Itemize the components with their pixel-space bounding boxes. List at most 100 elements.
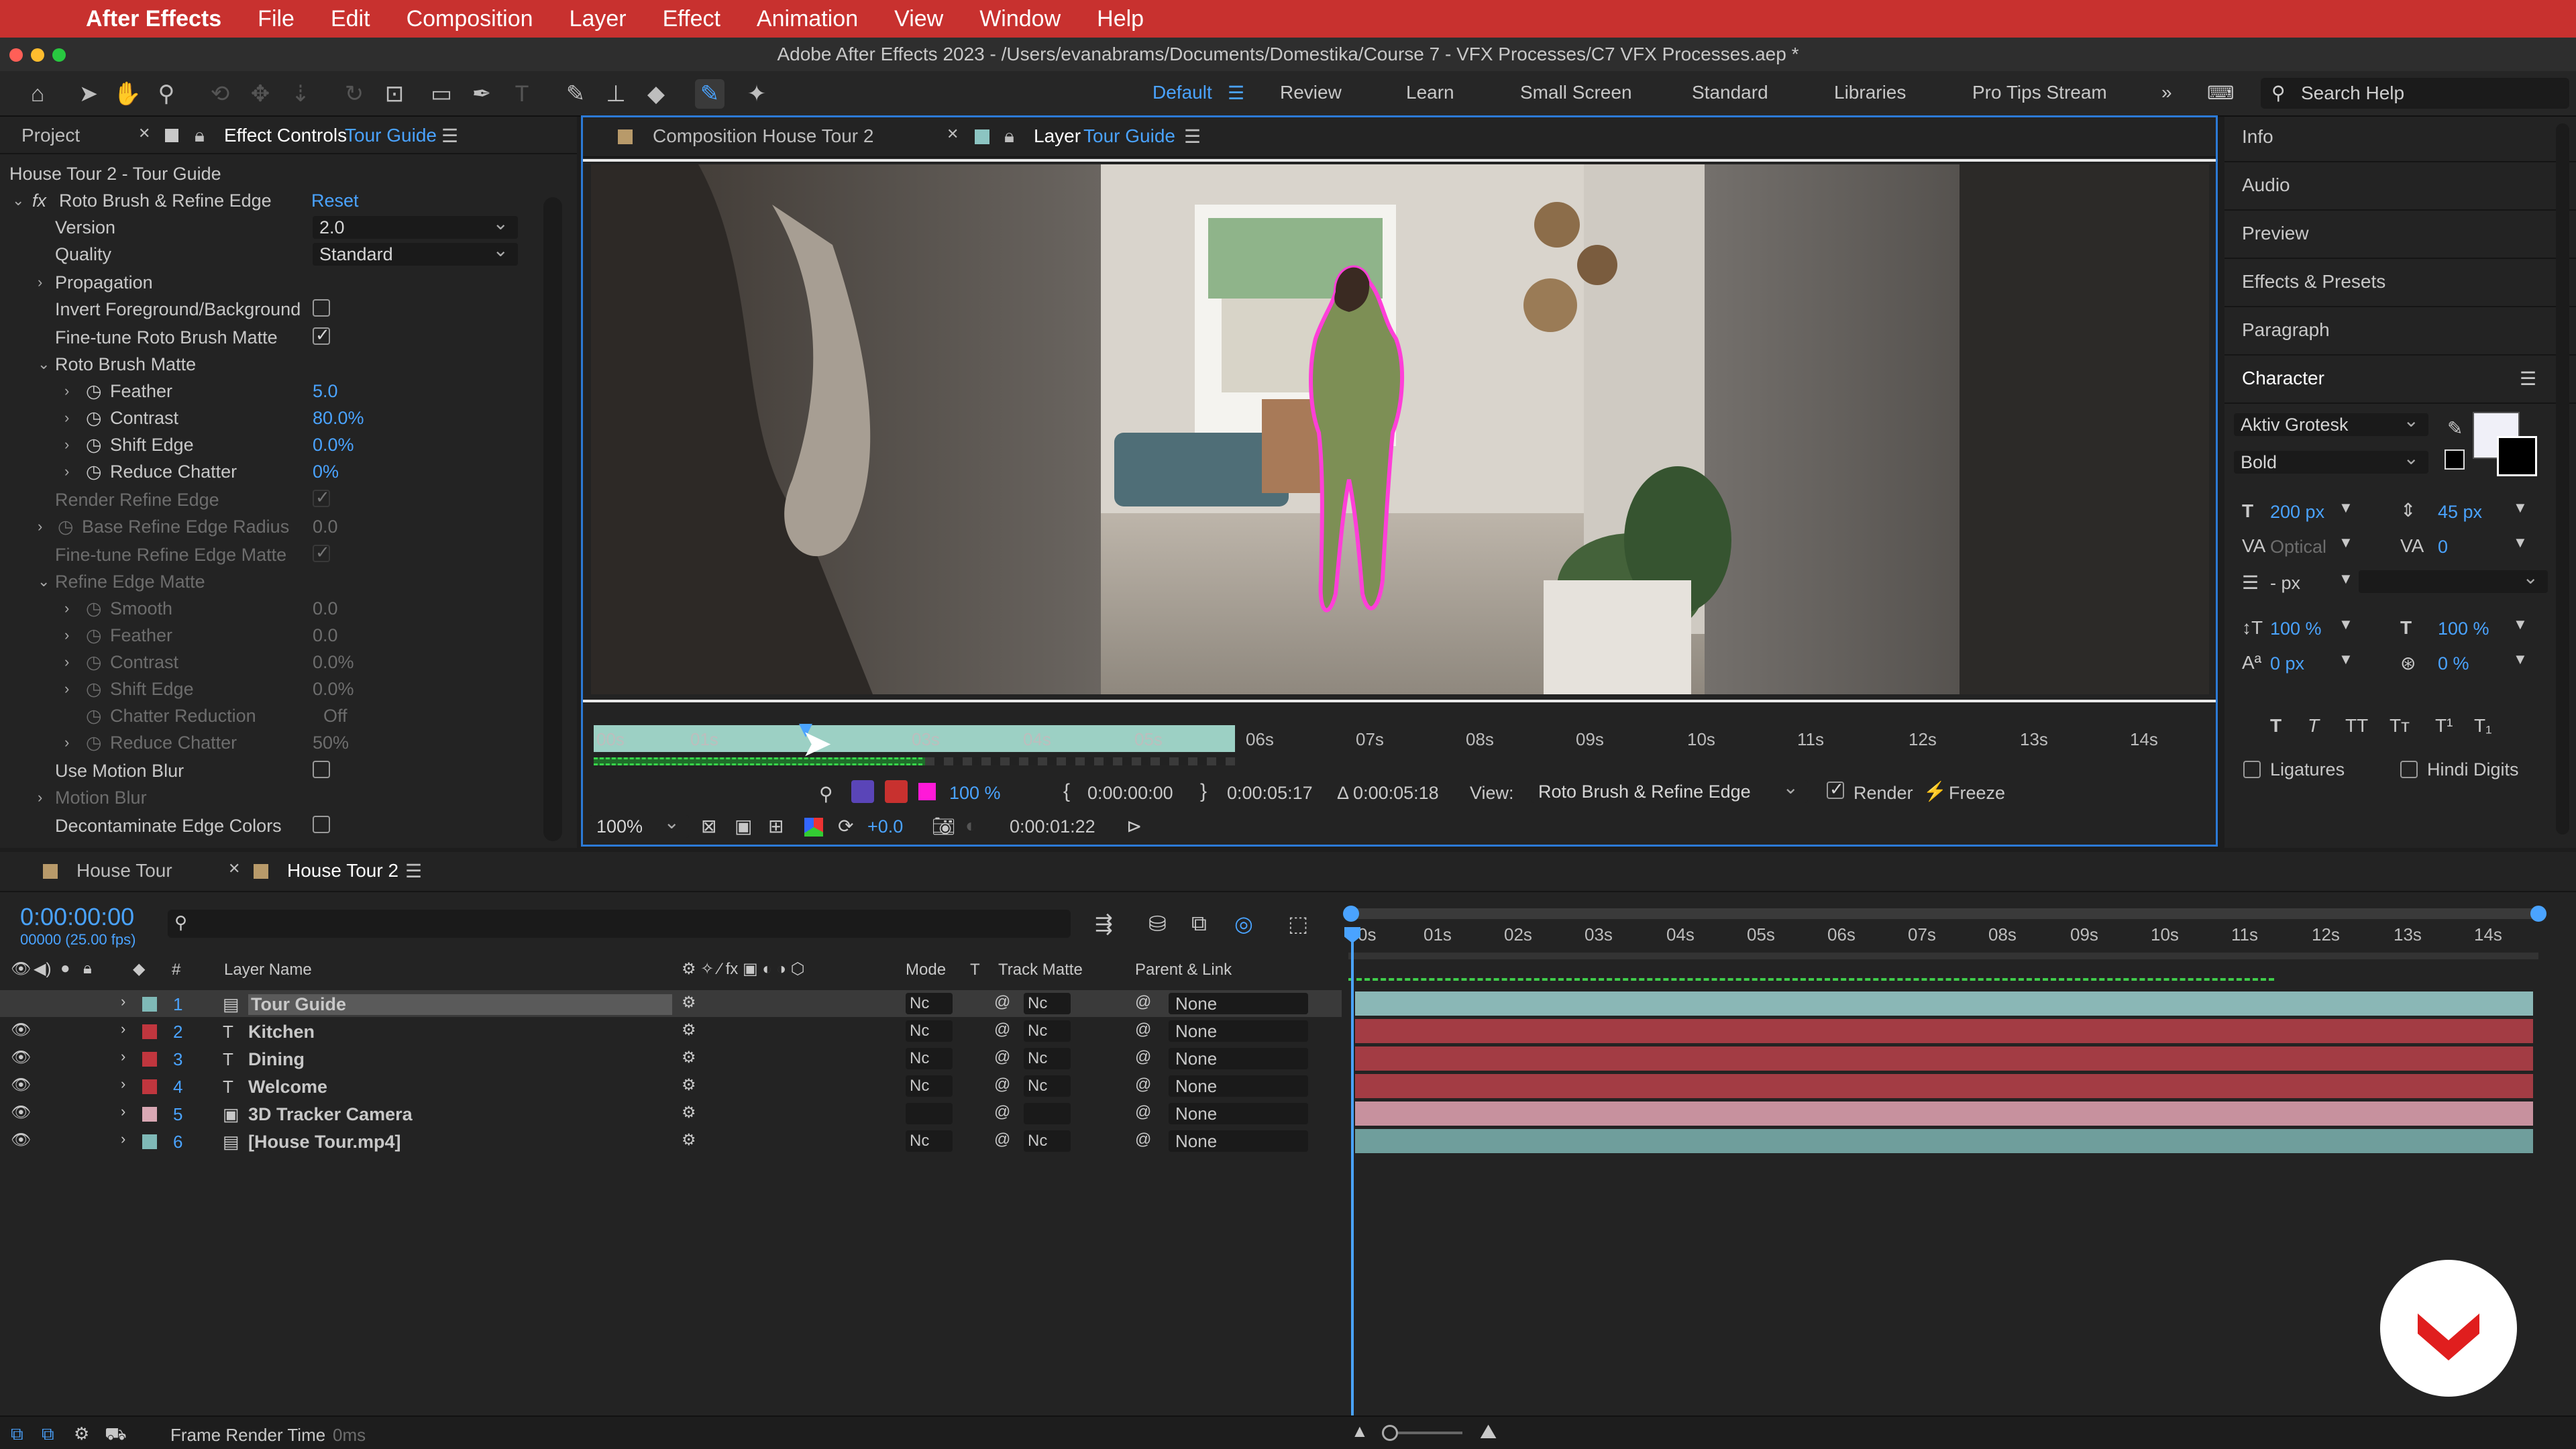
pan-tool-icon[interactable]: ✥ bbox=[246, 79, 275, 109]
menu-app[interactable]: After Effects bbox=[86, 6, 221, 32]
shy-switch-icon[interactable]: ⚙ bbox=[682, 1103, 696, 1122]
tab-effect-controls[interactable]: Effect Controls bbox=[224, 125, 347, 146]
expand-arrow-icon[interactable]: › bbox=[121, 1020, 125, 1038]
menu-window[interactable]: Window bbox=[979, 6, 1061, 32]
eye-icon[interactable]: 👁︎ bbox=[11, 1048, 31, 1067]
selection-tool-icon[interactable]: ➤ bbox=[74, 79, 103, 109]
clone-stamp-icon[interactable]: ⊥ bbox=[601, 79, 631, 109]
tab-house-tour-2[interactable]: House Tour 2 bbox=[287, 860, 398, 881]
stopwatch-icon[interactable]: ◷ bbox=[86, 652, 102, 673]
reset-exposure-icon[interactable]: ⟳ bbox=[838, 815, 853, 837]
panel-effects-presets[interactable]: Effects & Presets bbox=[2242, 271, 2385, 292]
guides-icon[interactable]: ⊞ bbox=[768, 815, 784, 837]
in-time[interactable]: 0:00:00:00 bbox=[1087, 783, 1173, 804]
view-dropdown[interactable]: Roto Brush & Refine Edge bbox=[1532, 776, 1808, 803]
effects-presets-panel-header[interactable]: Effects & Presets bbox=[2224, 260, 2576, 307]
tracking-value[interactable]: 0 bbox=[2438, 537, 2448, 557]
eraser-tool-icon[interactable]: ◆ bbox=[641, 79, 671, 109]
tsume-value[interactable]: 0 % bbox=[2438, 653, 2469, 674]
stopwatch-icon[interactable]: ◷ bbox=[86, 381, 102, 402]
pick-whip-icon[interactable]: @ bbox=[1135, 1130, 1151, 1149]
panel-menu-icon[interactable]: ☰ bbox=[2520, 368, 2536, 390]
expand-arrow-icon[interactable]: › bbox=[121, 1103, 125, 1120]
mode-dropdown[interactable]: Nc bbox=[906, 993, 953, 1014]
workspace-menu-icon[interactable]: ☰ bbox=[1228, 82, 1244, 104]
stopwatch-icon[interactable]: ◷ bbox=[86, 408, 102, 429]
track-matte-dropdown[interactable] bbox=[1024, 1103, 1071, 1124]
transparency-grid-icon[interactable]: ▣ bbox=[735, 815, 752, 837]
lock-icon[interactable]: 🔒︎ bbox=[1004, 125, 1014, 148]
spiral-icon[interactable]: @ bbox=[994, 1103, 1010, 1122]
channels-icon[interactable] bbox=[804, 818, 823, 837]
mode-dropdown[interactable]: Nc bbox=[906, 1130, 953, 1152]
eye-icon[interactable]: 👁︎ bbox=[11, 1075, 31, 1095]
motion-blur-switch-icon[interactable]: ◎ bbox=[1234, 911, 1253, 936]
pick-whip-icon[interactable]: @ bbox=[1135, 1075, 1151, 1094]
tab-composition[interactable]: Composition House Tour 2 bbox=[653, 125, 873, 147]
workspace-standard[interactable]: Standard bbox=[1692, 82, 1768, 103]
contrast-value[interactable]: 80.0% bbox=[313, 408, 364, 429]
menu-animation[interactable]: Animation bbox=[757, 6, 858, 32]
layer-duration-bar[interactable] bbox=[1355, 1102, 2533, 1126]
track-matte-dropdown[interactable]: Nc bbox=[1024, 1130, 1071, 1152]
mode-dropdown[interactable]: Nc bbox=[906, 1020, 953, 1042]
layer-name[interactable]: [House Tour.mp4] bbox=[248, 1132, 401, 1152]
alpha-toggle-icon[interactable] bbox=[851, 780, 874, 803]
layer-duration-bar[interactable] bbox=[1355, 1019, 2533, 1043]
expand-arrow-icon[interactable]: › bbox=[38, 789, 42, 806]
expand-arrow-icon[interactable]: › bbox=[64, 627, 69, 644]
font-style-dropdown[interactable]: Bold bbox=[2234, 447, 2428, 474]
out-time[interactable]: 0:00:05:17 bbox=[1227, 783, 1313, 804]
stopwatch-icon[interactable]: ◷ bbox=[86, 462, 102, 482]
chevron-down-icon[interactable]: ▼ bbox=[2513, 499, 2528, 517]
hindi-digits-checkbox[interactable] bbox=[2400, 761, 2418, 778]
footage-frame[interactable] bbox=[591, 164, 2209, 694]
boundary-toggle-icon[interactable] bbox=[885, 780, 908, 803]
menu-view[interactable]: View bbox=[894, 6, 943, 32]
freeze-icon[interactable]: ⚡ bbox=[1923, 780, 1947, 802]
menu-effect[interactable]: Effect bbox=[663, 6, 720, 32]
puppet-pin-icon[interactable]: ✦ bbox=[742, 79, 771, 109]
track-matte-dropdown[interactable]: Nc bbox=[1024, 1075, 1071, 1097]
stroke-width-value[interactable]: - px bbox=[2270, 573, 2300, 594]
render-refine-checkbox[interactable] bbox=[313, 487, 330, 508]
vertical-scale-value[interactable]: 100 % bbox=[2270, 619, 2322, 639]
workspace-overflow-icon[interactable]: » bbox=[2161, 82, 2172, 103]
menu-layer[interactable]: Layer bbox=[570, 6, 627, 32]
snapshot-icon[interactable]: 📷︎ bbox=[932, 815, 956, 837]
shift-edge-value[interactable]: 0.0% bbox=[313, 435, 354, 455]
panel-paragraph[interactable]: Paragraph bbox=[2242, 319, 2330, 341]
type-tool-icon[interactable]: T bbox=[507, 79, 537, 109]
leading-value[interactable]: 45 px bbox=[2438, 502, 2482, 523]
panel-info[interactable]: Info bbox=[2242, 126, 2273, 148]
parent-dropdown[interactable]: None bbox=[1169, 1130, 1308, 1152]
label-color-swatch[interactable] bbox=[142, 1052, 157, 1067]
panel-menu-icon[interactable]: ☰ bbox=[1184, 125, 1201, 148]
mode-dropdown[interactable] bbox=[906, 1103, 953, 1124]
workspace-learn[interactable]: Learn bbox=[1406, 82, 1454, 103]
version-dropdown[interactable]: 2.0 bbox=[313, 212, 518, 239]
lock-icon[interactable]: 🔒︎ bbox=[195, 125, 205, 147]
finetune-checkbox[interactable] bbox=[313, 325, 330, 345]
zoom-tool-icon[interactable]: ⚲ bbox=[152, 79, 181, 109]
motion-blur-checkbox[interactable] bbox=[313, 761, 330, 778]
finetune-refine-checkbox[interactable] bbox=[313, 542, 330, 563]
reset-link[interactable]: Reset bbox=[311, 191, 359, 211]
stopwatch-icon[interactable]: ◷ bbox=[86, 435, 102, 455]
graph-editor-icon[interactable]: ⬚ bbox=[1288, 911, 1308, 936]
superscript-icon[interactable]: T¹ bbox=[2435, 715, 2453, 737]
workspace-libraries[interactable]: Libraries bbox=[1834, 82, 1906, 103]
parent-dropdown[interactable]: None bbox=[1169, 1075, 1308, 1097]
close-window-button[interactable] bbox=[9, 48, 23, 62]
reduce-chatter-value[interactable]: 0% bbox=[313, 462, 339, 482]
search-help-field[interactable]: ⚲ Search Help bbox=[2261, 78, 2569, 109]
menu-composition[interactable]: Composition bbox=[407, 6, 533, 32]
shy-switch-icon[interactable]: ⚙ bbox=[682, 1020, 696, 1040]
expand-arrow-icon[interactable]: › bbox=[121, 1075, 125, 1093]
eyedropper-icon[interactable]: ✎ bbox=[2447, 417, 2463, 439]
layer-switches-icon[interactable]: ⧉ bbox=[11, 1424, 23, 1445]
stroke-style-dropdown[interactable] bbox=[2359, 566, 2548, 593]
shy-switch-icon[interactable]: ⚙ bbox=[682, 1130, 696, 1150]
roto-brush-tool-icon[interactable]: ✎ bbox=[695, 79, 724, 109]
display-toggle-icon[interactable]: ⌨ bbox=[2207, 82, 2234, 104]
